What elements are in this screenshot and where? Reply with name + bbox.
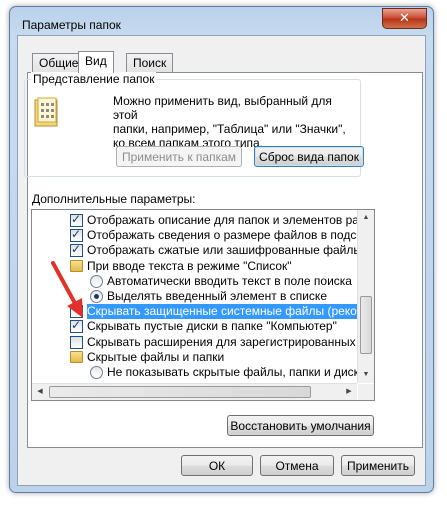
description-line: папки, например, "Таблица" или "Значки",	[113, 122, 346, 136]
setting-label: Выделять введенный элемент в списке	[107, 289, 327, 303]
setting-label: Скрытые файлы и папки	[87, 349, 225, 364]
setting-label: Не показывать скрытые файлы, папки и дис…	[107, 365, 366, 379]
setting-label: При вводе текста в режиме "Список"	[87, 258, 292, 273]
vertical-scroll-thumb[interactable]	[360, 296, 372, 354]
setting-label: Скрывать защищенные системные файлы (рек…	[87, 304, 374, 320]
folder-view-description: Можно применить вид, выбранный для этой …	[113, 94, 353, 150]
setting-label: Скрывать пустые диски в папке "Компьютер…	[87, 319, 337, 334]
scroll-down-icon[interactable]: ▼	[358, 367, 374, 383]
checkbox-icon[interactable]	[70, 242, 83, 258]
radio-icon[interactable]	[90, 274, 103, 288]
checkbox-icon[interactable]	[70, 227, 83, 243]
folder-view-group-label: Представление папок	[31, 72, 157, 86]
setting-label: Отображать сведения о размере файлов в п…	[87, 228, 375, 243]
setting-label: Автоматически вводить текст в поле поиск…	[107, 273, 352, 288]
cancel-button[interactable]: Отмена	[260, 455, 334, 476]
setting-label: Скрывать расширения для зарегистрированн…	[87, 334, 375, 349]
scroll-left-icon[interactable]: ◀	[32, 384, 48, 400]
description-line: Можно применить вид, выбранный для этой	[113, 94, 332, 122]
window-title: Параметры папок	[22, 18, 121, 32]
tab-view[interactable]: Вид	[78, 51, 114, 73]
close-button[interactable]: ✕	[382, 8, 427, 29]
reset-folders-button[interactable]: Сброс вида папок	[254, 146, 364, 167]
annotation-arrow-icon	[51, 261, 83, 318]
vertical-scrollbar[interactable]: ▲ ▼	[357, 210, 374, 383]
scroll-corner	[358, 384, 374, 400]
folder-icon	[70, 350, 83, 363]
scroll-right-icon[interactable]: ▶	[341, 384, 357, 400]
restore-defaults-button[interactable]: Восстановить умолчания	[227, 415, 374, 436]
radio-icon[interactable]	[90, 366, 103, 379]
apply-to-folders-button[interactable]: Применить к папкам	[116, 146, 242, 167]
ok-button[interactable]: ОК	[181, 455, 253, 476]
checkbox-icon[interactable]	[70, 318, 83, 334]
checkbox-icon[interactable]	[70, 335, 83, 349]
radio-icon[interactable]	[90, 290, 103, 303]
scroll-up-icon[interactable]: ▲	[358, 210, 374, 226]
horizontal-scrollbar[interactable]: ◀ ▶	[32, 383, 357, 400]
advanced-settings-label: Дополнительные параметры:	[32, 192, 196, 206]
apply-button[interactable]: Применить	[341, 455, 415, 476]
horizontal-scroll-thumb[interactable]	[49, 386, 311, 398]
setting-label: Отображать описание для папок и элементо…	[87, 213, 375, 227]
folder-view-icon	[34, 97, 58, 127]
tab-search[interactable]: Поиск	[126, 53, 174, 72]
checkbox-icon[interactable]	[70, 212, 83, 227]
setting-label: Отображать сжатые или зашифрованные файл…	[87, 243, 375, 258]
